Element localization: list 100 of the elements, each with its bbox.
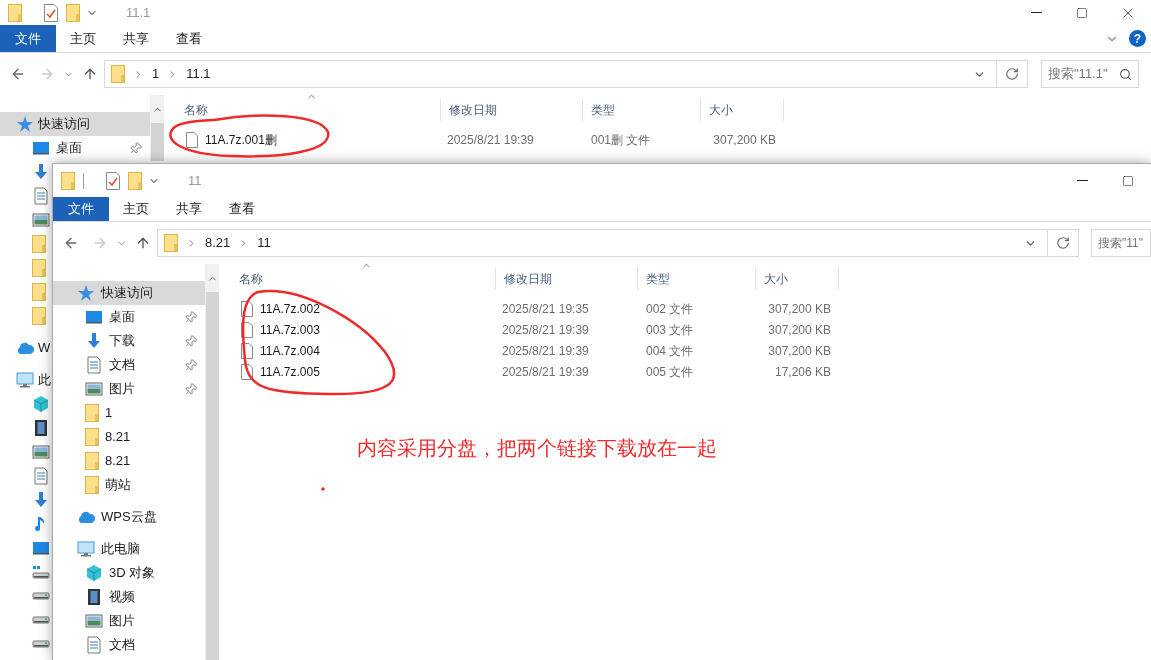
column-header[interactable]: 修改日期: [441, 99, 583, 121]
back-icon[interactable]: [10, 66, 26, 82]
column-header[interactable]: 修改日期: [496, 268, 638, 290]
column-header[interactable]: 名称: [176, 99, 441, 121]
document-icon: [32, 467, 50, 485]
sidebar-item[interactable]: 此电脑: [53, 537, 142, 561]
search-field[interactable]: 搜索"11": [1091, 229, 1151, 257]
column-header[interactable]: 大小: [701, 99, 784, 121]
sidebar-item[interactable]: 桌面: [53, 305, 205, 329]
column-header[interactable]: 名称: [231, 268, 496, 290]
folder-icon: [8, 3, 22, 22]
annotation-text: 内容采用分盘，把两个链接下载放在一起: [357, 436, 717, 461]
file-name[interactable]: 11A.7z.005: [260, 362, 320, 381]
minimize-icon: [1076, 180, 1088, 181]
sidebar-item[interactable]: 8.21: [53, 449, 133, 473]
address-bar[interactable]: 8.21 11: [157, 229, 1079, 257]
ribbon-tab[interactable]: 共享: [162, 197, 215, 221]
scrollbar[interactable]: [205, 264, 219, 660]
folder-icon: [111, 65, 125, 83]
sidebar-item[interactable]: 图片: [53, 377, 205, 401]
file-name[interactable]: 11A.7z.003: [260, 320, 320, 339]
sidebar-item[interactable]: 下载: [53, 329, 205, 353]
size-cell-text: 307,200 KB: [767, 342, 832, 360]
sidebar-item[interactable]: 此: [0, 368, 53, 392]
ribbon-tab[interactable]: 主页: [56, 25, 109, 52]
sidebar-item[interactable]: 快速访问: [53, 281, 205, 305]
ribbon-tab[interactable]: 共享: [109, 25, 162, 52]
folder-icon: [32, 235, 46, 253]
dot-mark: [321, 487, 325, 491]
column-header[interactable]: 类型: [583, 99, 701, 121]
folder-icon: [61, 171, 75, 190]
ribbon-tab[interactable]: 主页: [109, 197, 162, 221]
date-cell-text: 2025/8/21 19:35: [501, 300, 590, 318]
size-cell-text: 17,206 KB: [773, 363, 832, 381]
scrollbar[interactable]: [150, 95, 164, 161]
refresh-icon[interactable]: [1056, 236, 1070, 250]
drive-icon: [32, 616, 50, 624]
folder-icon: [85, 476, 99, 494]
sidebar-item[interactable]: 文档: [53, 353, 205, 377]
cube-icon: [85, 564, 103, 582]
file-icon: [241, 342, 253, 359]
sidebar-item[interactable]: WPS云盘: [53, 505, 159, 529]
back-icon[interactable]: [63, 235, 79, 251]
column-header[interactable]: 大小: [756, 268, 839, 290]
folder-icon: [32, 283, 46, 301]
type-cell-text: 005 文件: [645, 363, 695, 381]
download-icon: [85, 332, 103, 350]
file-icon: [241, 363, 253, 380]
ribbon-tab[interactable]: 查看: [162, 25, 215, 52]
drive-icon: [32, 592, 50, 600]
sidebar-item[interactable]: 文档: [53, 633, 137, 657]
folder-icon: [85, 404, 99, 422]
refresh-icon[interactable]: [1005, 67, 1019, 81]
download-icon: [32, 163, 50, 181]
path-segment[interactable]: 8.21: [205, 233, 231, 253]
computer-icon: [77, 540, 95, 558]
sidebar-item[interactable]: 8.21: [53, 425, 133, 449]
file-name[interactable]: 11A.7z.004: [260, 341, 320, 360]
document-icon: [85, 356, 103, 374]
sidebar-item[interactable]: 图片: [53, 609, 137, 633]
folder-icon: [32, 259, 46, 277]
folder-icon: [128, 171, 142, 190]
file-menu-tab[interactable]: 文件: [53, 197, 109, 221]
sidebar-item[interactable]: 1: [53, 401, 115, 425]
search-icon[interactable]: [1119, 67, 1132, 81]
type-cell-text: 001删 文件: [590, 131, 652, 149]
file-menu-tab[interactable]: 文件: [0, 25, 56, 52]
size-cell-text: 307,200 KB: [767, 321, 832, 339]
sidebar-item[interactable]: W: [0, 336, 53, 360]
file-name[interactable]: 11A.7z.001删: [205, 130, 277, 149]
picture-icon: [85, 380, 103, 398]
minimize-icon: [1030, 12, 1042, 13]
folder-icon: [85, 428, 99, 446]
path-segment[interactable]: 11.1: [186, 64, 211, 84]
sidebar-item[interactable]: 桌面: [0, 136, 150, 160]
star-icon: [16, 115, 34, 133]
up-icon[interactable]: [135, 235, 151, 251]
star-icon: [77, 284, 95, 302]
help-button[interactable]: ?: [1129, 30, 1146, 47]
up-icon[interactable]: [82, 66, 98, 82]
window-title: 11.1: [126, 3, 151, 22]
sidebar-item[interactable]: 快速访问: [0, 112, 150, 136]
sidebar-item[interactable]: 视频: [53, 585, 137, 609]
picture-icon: [32, 443, 50, 461]
properties-icon[interactable]: [106, 171, 120, 190]
picture-icon: [32, 211, 50, 229]
column-header[interactable]: 类型: [638, 268, 756, 290]
folder-icon: [164, 234, 178, 252]
desktop-icon: [32, 139, 50, 157]
computer-icon: [16, 371, 34, 389]
address-bar[interactable]: 1 11.1: [104, 60, 1028, 88]
properties-icon[interactable]: [44, 3, 58, 22]
sidebar-item[interactable]: 萌站: [53, 473, 133, 497]
path-segment[interactable]: 11: [257, 233, 271, 253]
file-name[interactable]: 11A.7z.002: [260, 299, 320, 318]
file-icon: [186, 131, 198, 148]
path-segment[interactable]: 1: [152, 64, 160, 84]
ribbon-tab[interactable]: 查看: [215, 197, 268, 221]
sidebar-item[interactable]: 3D 对象: [53, 561, 158, 585]
search-field[interactable]: 搜索"11.1": [1041, 60, 1139, 88]
